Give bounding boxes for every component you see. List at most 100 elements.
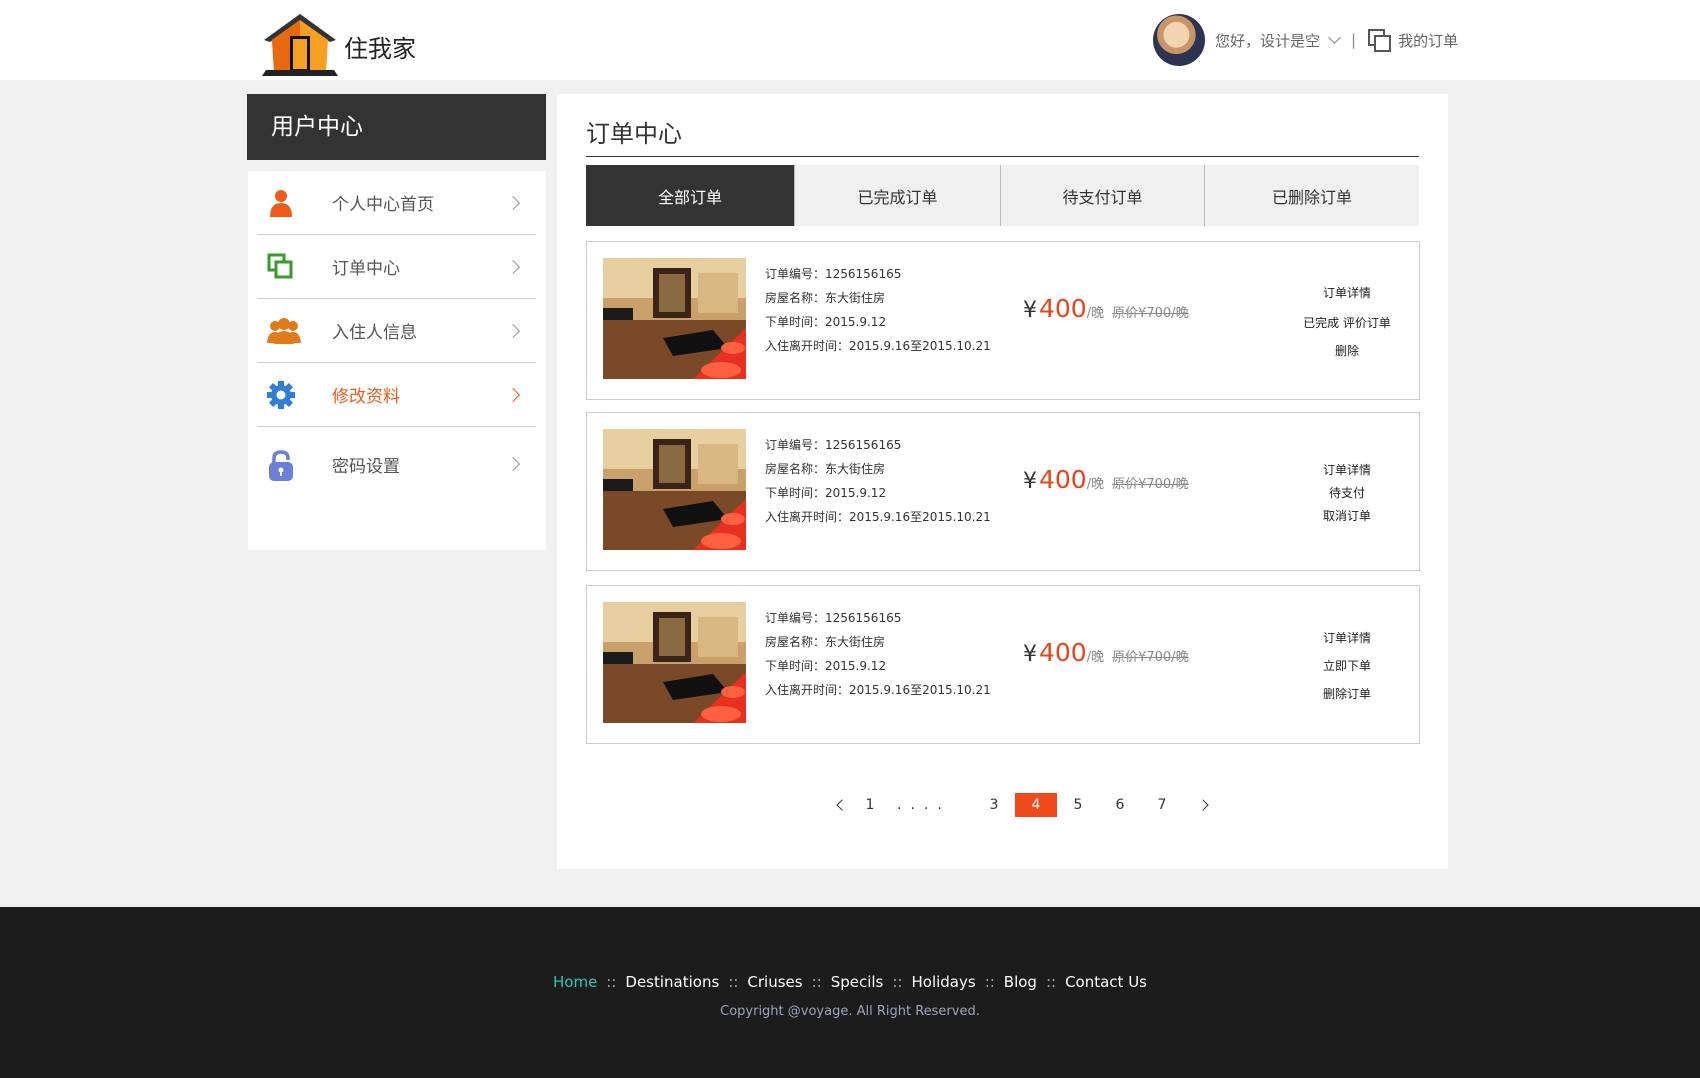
delete-link[interactable]: 删除: [1335, 339, 1359, 362]
footer-link-criuses[interactable]: Criuses: [747, 973, 802, 991]
chevron-right-icon: [505, 259, 521, 274]
footer-separator: ::: [606, 973, 617, 991]
order-card: 订单编号：1256156165 房屋名称：东大街住房 下单时间：2015.9.1…: [586, 585, 1420, 744]
order-actions: 订单详情 已完成 评价订单 删除: [1277, 242, 1417, 401]
sidebar-item-label: 订单中心: [332, 259, 400, 279]
price-unit: /晚: [1086, 477, 1105, 492]
sidebar-item-label: 个人中心首页: [332, 195, 434, 215]
prev-page-button[interactable]: [827, 793, 857, 817]
page-button[interactable]: 3: [973, 793, 1015, 817]
pending-payment-status[interactable]: 待支付: [1329, 481, 1365, 504]
original-price: 原价¥700/晚: [1112, 306, 1189, 321]
sidebar-item-password[interactable]: 密码设置: [258, 427, 536, 501]
my-orders-link[interactable]: 我的订单: [1398, 30, 1458, 51]
cancel-order-link[interactable]: 取消订单: [1323, 504, 1371, 527]
price-amount: 400: [1039, 465, 1087, 494]
order-tabs: 全部订单 已完成订单 待支付订单 已删除订单: [586, 165, 1419, 226]
currency-symbol: ¥: [1023, 298, 1037, 323]
price-amount: 400: [1039, 638, 1087, 667]
footer-separator: ::: [892, 973, 903, 991]
header-separator: |: [1351, 31, 1357, 49]
completed-review-link[interactable]: 已完成 评价订单: [1303, 304, 1391, 339]
chevron-right-icon: [505, 195, 521, 210]
sidebar-item-label: 密码设置: [332, 456, 400, 477]
room-photo[interactable]: [603, 258, 746, 379]
delete-order-link[interactable]: 删除订单: [1323, 682, 1371, 705]
orders-icon: [266, 252, 296, 282]
footer-link-blog[interactable]: Blog: [1004, 973, 1037, 991]
order-number: 订单编号：1256156165: [765, 438, 902, 452]
order-card: 订单编号：1256156165 房屋名称：东大街住房 下单时间：2015.9.1…: [586, 241, 1420, 400]
room-image: [603, 258, 746, 379]
order-card: 订单编号：1256156165 房屋名称：东大街住房 下单时间：2015.9.1…: [586, 412, 1420, 571]
price-unit: /晚: [1086, 306, 1105, 321]
house-name: 房屋名称：东大街住房: [765, 291, 886, 305]
footer-link-specils[interactable]: Specils: [831, 973, 884, 991]
room-image: [603, 429, 746, 550]
sidebar-menu: 个人中心首页 订单中心 入住人信息 修改资料 密码设置: [248, 171, 546, 550]
page-button[interactable]: 6: [1099, 793, 1141, 817]
page-button[interactable]: 7: [1141, 793, 1183, 817]
stay-time: 入住离开时间：2015.9.16至2015.10.21: [765, 510, 991, 524]
top-header: 住我家 您好，设计是空 | 我的订单: [0, 0, 1700, 80]
order-number: 订单编号：1256156165: [765, 267, 902, 281]
order-info: 订单编号：1256156165 房屋名称：东大街住房 下单时间：2015.9.1…: [765, 262, 991, 358]
order-actions: 订单详情 立即下单 删除订单: [1277, 586, 1417, 745]
order-details-link[interactable]: 订单详情: [1323, 458, 1371, 481]
order-details-link[interactable]: 订单详情: [1323, 626, 1371, 654]
avatar[interactable]: [1153, 14, 1205, 66]
logo-text: 住我家: [344, 34, 416, 63]
footer-link-holidays[interactable]: Holidays: [911, 973, 975, 991]
room-photo[interactable]: [603, 602, 746, 723]
page-title: 订单中心: [586, 120, 682, 148]
order-info: 订单编号：1256156165 房屋名称：东大街住房 下单时间：2015.9.1…: [765, 433, 991, 529]
site-footer: Home:: Destinations:: Criuses:: Specils:: Ho…: [0, 907, 1700, 1078]
order-now-link[interactable]: 立即下单: [1323, 654, 1371, 682]
price-block: ¥ 400 /晚 原价¥700/晚: [1023, 638, 1189, 667]
footer-separator: ::: [1045, 973, 1057, 991]
group-icon: [266, 316, 301, 346]
chevron-right-icon: [505, 456, 521, 472]
main-panel: 订单中心 全部订单 已完成订单 待支付订单 已删除订单 订单编号：1256156…: [557, 94, 1448, 869]
sidebar-title: 用户中心: [247, 94, 546, 160]
order-details-link[interactable]: 订单详情: [1323, 281, 1371, 304]
price-block: ¥ 400 /晚 原价¥700/晚: [1023, 294, 1189, 323]
footer-separator: ::: [811, 973, 822, 991]
order-info: 订单编号：1256156165 房屋名称：东大街住房 下单时间：2015.9.1…: [765, 606, 991, 702]
sidebar-item-profile-home[interactable]: 个人中心首页: [258, 171, 536, 235]
sidebar-item-orders[interactable]: 订单中心: [258, 235, 536, 299]
tab-all-orders[interactable]: 全部订单: [586, 165, 795, 226]
chevron-left-icon: [836, 799, 848, 811]
footer-link-destinations[interactable]: Destinations: [625, 973, 719, 991]
page-button-current[interactable]: 4: [1015, 793, 1057, 817]
chevron-right-icon: [1197, 799, 1209, 811]
footer-link-home[interactable]: Home: [553, 973, 597, 991]
stay-time: 入住离开时间：2015.9.16至2015.10.21: [765, 683, 991, 697]
site-logo[interactable]: 住我家: [258, 6, 428, 78]
original-price: 原价¥700/晚: [1112, 477, 1189, 492]
gear-icon: [266, 380, 296, 410]
pagination: 1 .... 3 4 5 6 7: [827, 793, 1223, 817]
house-logo-icon: [262, 14, 338, 76]
room-photo[interactable]: [603, 429, 746, 550]
greeting-text[interactable]: 您好，设计是空: [1215, 30, 1320, 51]
order-number: 订单编号：1256156165: [765, 611, 902, 625]
page-button[interactable]: 1: [857, 793, 883, 817]
page-ellipsis: ....: [897, 797, 951, 813]
next-page-button[interactable]: [1183, 793, 1223, 817]
tab-completed-orders[interactable]: 已完成订单: [795, 165, 1001, 226]
page-button[interactable]: 5: [1057, 793, 1099, 817]
tab-deleted-orders[interactable]: 已删除订单: [1205, 165, 1419, 226]
currency-symbol: ¥: [1023, 642, 1037, 667]
tab-pending-payment[interactable]: 待支付订单: [1001, 165, 1205, 226]
sidebar-item-guests[interactable]: 入住人信息: [258, 299, 536, 363]
original-price: 原价¥700/晚: [1112, 650, 1189, 665]
footer-nav: Home:: Destinations:: Criuses:: Specils:: Ho…: [0, 973, 1700, 991]
person-icon: [266, 188, 296, 218]
copyright-text: Copyright @voyage. All Right Reserved.: [720, 1004, 980, 1019]
footer-link-contact[interactable]: Contact Us: [1065, 973, 1147, 991]
sidebar-item-edit-profile[interactable]: 修改资料: [258, 363, 536, 427]
price-block: ¥ 400 /晚 原价¥700/晚: [1023, 465, 1189, 494]
chevron-down-icon[interactable]: [1328, 30, 1341, 44]
chevron-right-icon: [505, 387, 521, 402]
